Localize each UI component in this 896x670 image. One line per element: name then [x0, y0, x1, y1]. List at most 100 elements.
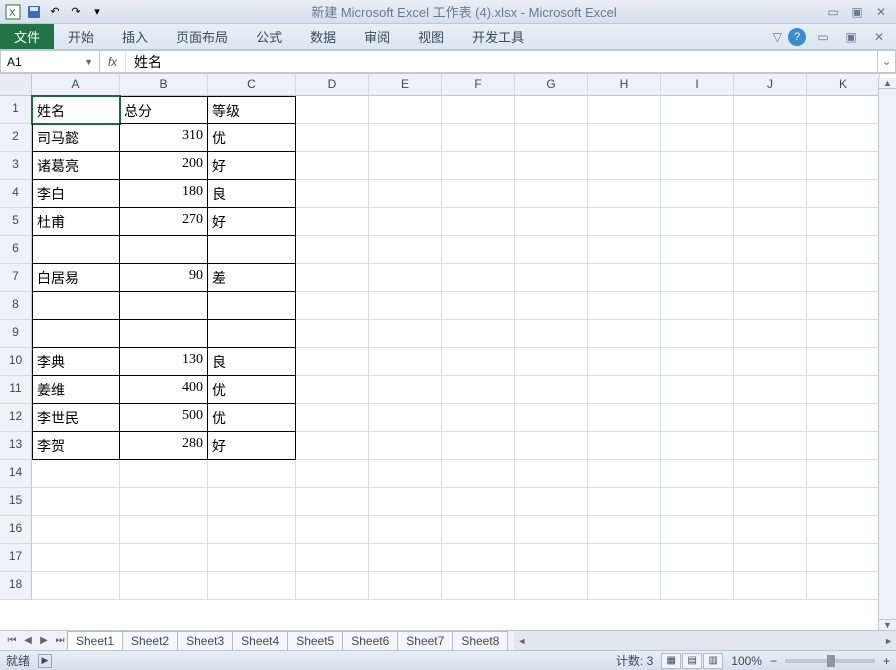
cell-G2[interactable]: [515, 124, 588, 152]
cell-I4[interactable]: [661, 180, 734, 208]
cell-K12[interactable]: [807, 404, 880, 432]
cell-B8[interactable]: [120, 292, 208, 320]
row-header-3[interactable]: 3: [0, 152, 32, 180]
cell-C16[interactable]: [208, 516, 296, 544]
zoom-out-icon[interactable]: −: [770, 654, 777, 668]
col-header-A[interactable]: A: [32, 74, 120, 96]
row-header-16[interactable]: 16: [0, 516, 32, 544]
cell-D17[interactable]: [296, 544, 369, 572]
cell-K1[interactable]: [807, 96, 880, 124]
cell-G14[interactable]: [515, 460, 588, 488]
horizontal-scrollbar[interactable]: [514, 631, 896, 650]
cell-G5[interactable]: [515, 208, 588, 236]
formula-content[interactable]: 姓名: [126, 52, 170, 72]
cell-K2[interactable]: [807, 124, 880, 152]
cell-C3[interactable]: 好: [208, 152, 296, 180]
cell-G11[interactable]: [515, 376, 588, 404]
cell-B1[interactable]: 总分: [120, 96, 208, 124]
cell-J10[interactable]: [734, 348, 807, 376]
cell-D4[interactable]: [296, 180, 369, 208]
cell-C10[interactable]: 良: [208, 348, 296, 376]
cell-F7[interactable]: [442, 264, 515, 292]
cell-B13[interactable]: 280: [120, 432, 208, 460]
fx-icon[interactable]: fx: [100, 52, 126, 72]
cell-E8[interactable]: [369, 292, 442, 320]
cell-E4[interactable]: [369, 180, 442, 208]
row-header-8[interactable]: 8: [0, 292, 32, 320]
cell-K4[interactable]: [807, 180, 880, 208]
cell-J16[interactable]: [734, 516, 807, 544]
cell-G3[interactable]: [515, 152, 588, 180]
doc-restore-icon[interactable]: ▣: [840, 29, 862, 45]
cell-J2[interactable]: [734, 124, 807, 152]
cell-C9[interactable]: [208, 320, 296, 348]
cell-B7[interactable]: 90: [120, 264, 208, 292]
cell-K5[interactable]: [807, 208, 880, 236]
cell-F18[interactable]: [442, 572, 515, 600]
cell-E17[interactable]: [369, 544, 442, 572]
help-icon[interactable]: ?: [788, 28, 806, 46]
row-header-2[interactable]: 2: [0, 124, 32, 152]
cell-I8[interactable]: [661, 292, 734, 320]
cell-J3[interactable]: [734, 152, 807, 180]
cell-C2[interactable]: 优: [208, 124, 296, 152]
cell-D13[interactable]: [296, 432, 369, 460]
cell-A2[interactable]: 司马懿: [32, 124, 120, 152]
cell-J6[interactable]: [734, 236, 807, 264]
cell-D10[interactable]: [296, 348, 369, 376]
vertical-scrollbar[interactable]: ▲ ▼: [878, 78, 896, 630]
cell-D11[interactable]: [296, 376, 369, 404]
cell-A18[interactable]: [32, 572, 120, 600]
col-header-K[interactable]: K: [807, 74, 880, 96]
cell-H1[interactable]: [588, 96, 661, 124]
cell-I1[interactable]: [661, 96, 734, 124]
cell-G8[interactable]: [515, 292, 588, 320]
cell-A5[interactable]: 杜甫: [32, 208, 120, 236]
cell-B2[interactable]: 310: [120, 124, 208, 152]
row-header-5[interactable]: 5: [0, 208, 32, 236]
cell-C4[interactable]: 良: [208, 180, 296, 208]
cell-E18[interactable]: [369, 572, 442, 600]
cell-K3[interactable]: [807, 152, 880, 180]
cell-D3[interactable]: [296, 152, 369, 180]
doc-minimize-icon[interactable]: ▭: [812, 29, 834, 45]
cell-G1[interactable]: [515, 96, 588, 124]
cell-A17[interactable]: [32, 544, 120, 572]
formula-expand-icon[interactable]: ⌄: [878, 50, 896, 73]
cell-I18[interactable]: [661, 572, 734, 600]
cell-B15[interactable]: [120, 488, 208, 516]
cell-H6[interactable]: [588, 236, 661, 264]
row-header-4[interactable]: 4: [0, 180, 32, 208]
zoom-slider[interactable]: [785, 659, 875, 663]
row-header-14[interactable]: 14: [0, 460, 32, 488]
cell-F1[interactable]: [442, 96, 515, 124]
cell-I3[interactable]: [661, 152, 734, 180]
ribbon-tab-页面布局[interactable]: 页面布局: [162, 24, 242, 49]
cell-A15[interactable]: [32, 488, 120, 516]
cell-G9[interactable]: [515, 320, 588, 348]
cell-A16[interactable]: [32, 516, 120, 544]
ribbon-minimize-icon[interactable]: ▽: [773, 30, 782, 44]
row-header-7[interactable]: 7: [0, 264, 32, 292]
cell-I2[interactable]: [661, 124, 734, 152]
cell-D16[interactable]: [296, 516, 369, 544]
cell-C15[interactable]: [208, 488, 296, 516]
cell-E2[interactable]: [369, 124, 442, 152]
sheet-tab-Sheet8[interactable]: Sheet8: [452, 631, 508, 650]
sheet-tab-Sheet1[interactable]: Sheet1: [67, 631, 123, 650]
cell-G15[interactable]: [515, 488, 588, 516]
cell-H3[interactable]: [588, 152, 661, 180]
cell-B17[interactable]: [120, 544, 208, 572]
row-header-18[interactable]: 18: [0, 572, 32, 600]
cell-I12[interactable]: [661, 404, 734, 432]
sheet-nav-first-icon[interactable]: ⏮: [4, 635, 20, 646]
cell-J17[interactable]: [734, 544, 807, 572]
cell-J5[interactable]: [734, 208, 807, 236]
cell-F10[interactable]: [442, 348, 515, 376]
cell-E5[interactable]: [369, 208, 442, 236]
cell-H13[interactable]: [588, 432, 661, 460]
cell-H4[interactable]: [588, 180, 661, 208]
cell-A11[interactable]: 姜维: [32, 376, 120, 404]
view-page-layout-icon[interactable]: ▤: [682, 653, 702, 669]
cell-B9[interactable]: [120, 320, 208, 348]
